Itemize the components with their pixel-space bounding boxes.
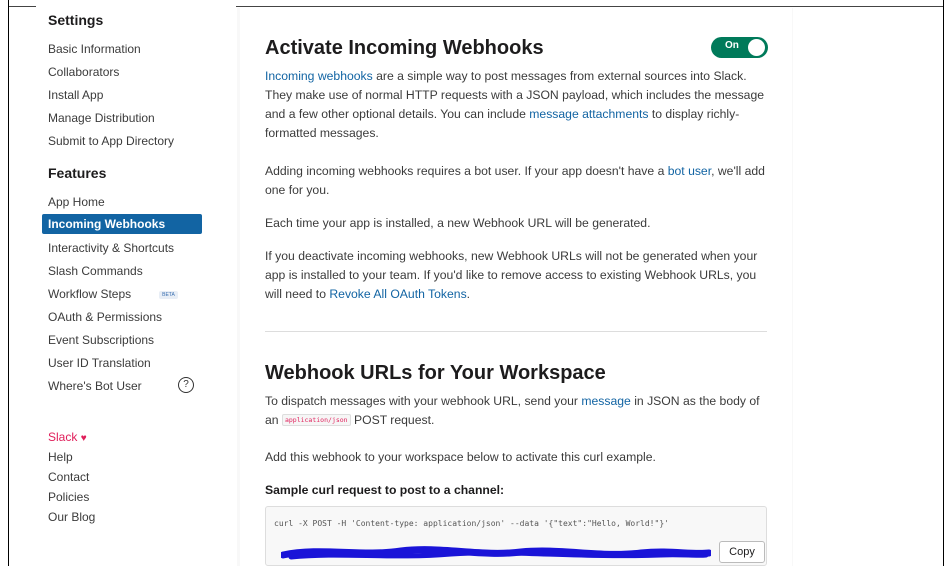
footer-link-our-blog[interactable]: Our Blog xyxy=(48,510,95,524)
sidebar-item-label: Workflow Steps xyxy=(48,287,132,301)
sidebar: Settings Basic Information Collaborators… xyxy=(36,0,236,566)
sidebar-item-interactivity-shortcuts[interactable]: Interactivity & Shortcuts xyxy=(48,241,174,255)
bot-user-paragraph: Adding incoming webhooks requires a bot … xyxy=(265,162,773,200)
revoke-oauth-tokens-link[interactable]: Revoke All OAuth Tokens xyxy=(329,287,466,301)
deactivate-paragraph: If you deactivate incoming webhooks, new… xyxy=(265,247,773,304)
message-attachments-link[interactable]: message attachments xyxy=(529,107,648,121)
sidebar-item-event-subscriptions[interactable]: Event Subscriptions xyxy=(48,333,154,347)
sidebar-item-submit-app-directory[interactable]: Submit to App Directory xyxy=(48,134,174,148)
sample-curl-label: Sample curl request to post to a channel… xyxy=(265,483,505,497)
settings-section-title: Settings xyxy=(48,12,104,28)
incoming-webhooks-link[interactable]: Incoming webhooks xyxy=(265,69,373,83)
footer-link-contact[interactable]: Contact xyxy=(48,470,89,484)
paragraph-text: To dispatch messages with your webhook U… xyxy=(265,394,582,408)
sidebar-item-oauth-permissions[interactable]: OAuth & Permissions xyxy=(48,310,162,324)
webhook-urls-title: Webhook URLs for Your Workspace xyxy=(265,362,606,384)
features-section-title: Features xyxy=(48,165,107,181)
heart-icon: ♥ xyxy=(80,433,87,444)
toggle-knob xyxy=(748,39,765,56)
sidebar-item-workflow-steps[interactable]: Workflow Steps BETA xyxy=(48,287,178,301)
sidebar-item-incoming-webhooks[interactable]: Incoming Webhooks xyxy=(42,214,202,234)
footer-link-policies[interactable]: Policies xyxy=(48,490,89,504)
curl-code-block: curl -X POST -H 'Content-type: applicati… xyxy=(265,506,767,566)
activate-webhooks-title: Activate Incoming Webhooks xyxy=(265,37,544,59)
redaction-scribble xyxy=(281,546,711,560)
sidebar-item-manage-distribution[interactable]: Manage Distribution xyxy=(48,111,155,125)
footer-link-slack[interactable]: Slack ♥ xyxy=(48,430,87,444)
inline-code: application/json xyxy=(281,414,351,427)
dispatch-paragraph: To dispatch messages with your webhook U… xyxy=(265,392,773,430)
sidebar-item-basic-information[interactable]: Basic Information xyxy=(48,42,141,56)
intro-paragraph: Incoming webhooks are a simple way to po… xyxy=(265,67,773,143)
beta-badge: BETA xyxy=(159,290,178,299)
toggle-label: On xyxy=(725,40,739,51)
footer-link-help[interactable]: Help xyxy=(48,450,73,464)
footer-link-label: Slack xyxy=(48,430,78,444)
message-link[interactable]: message xyxy=(581,394,630,408)
paragraph-text: . xyxy=(466,287,471,301)
sidebar-item-user-id-translation[interactable]: User ID Translation xyxy=(48,356,151,370)
help-circle-icon[interactable]: ? xyxy=(178,377,194,393)
sidebar-item-collaborators[interactable]: Collaborators xyxy=(48,65,119,79)
sidebar-item-slash-commands[interactable]: Slash Commands xyxy=(48,264,143,278)
sidebar-item-wheres-bot-user[interactable]: Where's Bot User xyxy=(48,379,142,393)
section-divider xyxy=(265,331,767,332)
webhooks-toggle[interactable]: On xyxy=(711,37,768,58)
paragraph-text: POST request. xyxy=(350,413,435,427)
copy-button[interactable]: Copy xyxy=(719,541,765,563)
bot-user-link[interactable]: bot user xyxy=(668,164,711,178)
sidebar-item-install-app[interactable]: Install App xyxy=(48,88,103,102)
sidebar-item-app-home[interactable]: App Home xyxy=(48,195,105,209)
paragraph-text: Adding incoming webhooks requires a bot … xyxy=(265,164,668,178)
webhook-url-generated-paragraph: Each time your app is installed, a new W… xyxy=(265,216,651,230)
window-left-border xyxy=(8,0,9,566)
add-webhook-paragraph: Add this webhook to your workspace below… xyxy=(265,450,656,464)
curl-command-text: curl -X POST -H 'Content-type: applicati… xyxy=(274,519,669,528)
